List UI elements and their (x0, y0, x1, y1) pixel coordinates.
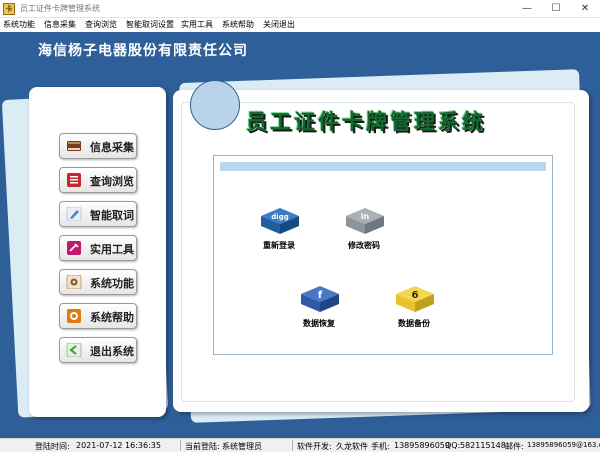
exit-icon (66, 342, 82, 358)
tile-glyph: digg (271, 213, 288, 221)
sidebar-item-label: 智能取词 (90, 209, 134, 222)
sidebar-item-label: 查询浏览 (90, 175, 134, 188)
digg-icon: digg (259, 206, 301, 236)
company-title: 海信杨子电器股份有限责任公司 (38, 43, 248, 59)
sidebar-item-query-browse[interactable]: 查询浏览 (59, 167, 137, 193)
current-user-value: 系统管理员 (222, 442, 262, 451)
tile-label: 修改密码 (348, 241, 380, 250)
sidebar-item-label: 系统帮助 (90, 311, 134, 324)
menu-utilities[interactable]: 实用工具 (181, 19, 213, 30)
main-panel: 员工证件卡牌管理系统 digg 重新登录 in 修改密码 f 数据恢复 6 数据… (173, 90, 589, 412)
menu-smart-word-settings[interactable]: 智能取词设置 (126, 19, 174, 30)
sidebar-item-utilities[interactable]: 实用工具 (59, 235, 137, 261)
data-backup-button[interactable]: 6 数据备份 (374, 284, 454, 334)
sidebar-item-exit[interactable]: 退出系统 (59, 337, 137, 363)
relogin-button[interactable]: digg 重新登录 (239, 206, 319, 256)
maximize-button[interactable]: ☐ (541, 0, 571, 18)
developer-label: 软件开发: (297, 442, 332, 451)
menu-bar: 系统功能 信息采集 查询浏览 智能取词设置 实用工具 系统帮助 关闭退出 (0, 18, 600, 32)
tools-icon (66, 241, 82, 255)
status-separator (292, 440, 293, 451)
settings-icon (66, 274, 82, 290)
menu-system-help[interactable]: 系统帮助 (222, 19, 254, 30)
developer-value: 久龙软件 (336, 442, 368, 451)
sidebar-item-system-help[interactable]: 系统帮助 (59, 303, 137, 329)
phone-value: 13895896059 (394, 441, 450, 450)
status-separator (180, 440, 181, 451)
email-value: 13895896059@163.com (527, 441, 600, 449)
sidebar-item-label: 信息采集 (90, 141, 134, 154)
sidebar-item-system-functions[interactable]: 系统功能 (59, 269, 137, 295)
login-time-value: 2021-07-12 16:36:35 (76, 441, 161, 450)
delicious-icon: 6 (394, 284, 436, 314)
menu-close-exit[interactable]: 关闭退出 (263, 19, 295, 30)
email-label: 邮件: (505, 442, 524, 451)
sidebar-item-label: 实用工具 (90, 243, 134, 256)
tile-glyph: 6 (412, 290, 419, 301)
close-button[interactable]: ✕ (570, 0, 600, 18)
phone-label: 手机: (371, 442, 390, 451)
change-password-button[interactable]: in 修改密码 (324, 206, 404, 256)
system-title: 员工证件卡牌管理系统 (246, 110, 486, 134)
qq-label: QQ: (445, 441, 461, 450)
sidebar: 信息采集 查询浏览 智能取词 实用工具 系统功能 系统帮助 退出系统 (29, 87, 166, 417)
pen-icon (66, 206, 82, 222)
menu-query-browse[interactable]: 查询浏览 (85, 19, 117, 30)
login-time-label: 登陆时间: (35, 442, 70, 451)
current-user-label: 当前登陆: (185, 442, 220, 451)
facebook-icon: f (299, 284, 341, 314)
tile-glyph: f (318, 290, 323, 301)
tile-glyph: in (361, 212, 370, 221)
qq-value: 582115148 (460, 441, 506, 450)
data-restore-button[interactable]: f 数据恢复 (279, 284, 359, 334)
function-area: digg 重新登录 in 修改密码 f 数据恢复 6 数据备份 (213, 155, 553, 355)
workspace: 海信杨子电器股份有限责任公司 信息采集 查询浏览 智能取词 实用工具 系统功能 … (0, 32, 600, 438)
linkedin-icon: in (344, 206, 386, 236)
book-icon (66, 139, 82, 153)
help-icon (66, 309, 82, 323)
function-area-header (220, 162, 546, 171)
sidebar-item-label: 退出系统 (90, 345, 134, 358)
tile-label: 数据备份 (398, 319, 430, 328)
list-icon (66, 173, 82, 187)
sidebar-item-label: 系统功能 (90, 277, 134, 290)
minimize-button[interactable]: — (512, 0, 542, 18)
window-titlebar: 卡 员工证件卡牌管理系统 — ☐ ✕ (0, 0, 600, 18)
status-bar: 登陆时间: 2021-07-12 16:36:35 当前登陆: 系统管理员 软件… (0, 438, 600, 452)
menu-system-functions[interactable]: 系统功能 (3, 19, 35, 30)
app-icon: 卡 (3, 3, 15, 15)
window-title: 员工证件卡牌管理系统 (20, 4, 100, 13)
sidebar-item-smart-word[interactable]: 智能取词 (59, 201, 137, 227)
tile-label: 数据恢复 (303, 319, 335, 328)
sidebar-item-info-collection[interactable]: 信息采集 (59, 133, 137, 159)
decorative-circle (190, 80, 240, 130)
menu-info-collection[interactable]: 信息采集 (44, 19, 76, 30)
tile-label: 重新登录 (263, 241, 295, 250)
